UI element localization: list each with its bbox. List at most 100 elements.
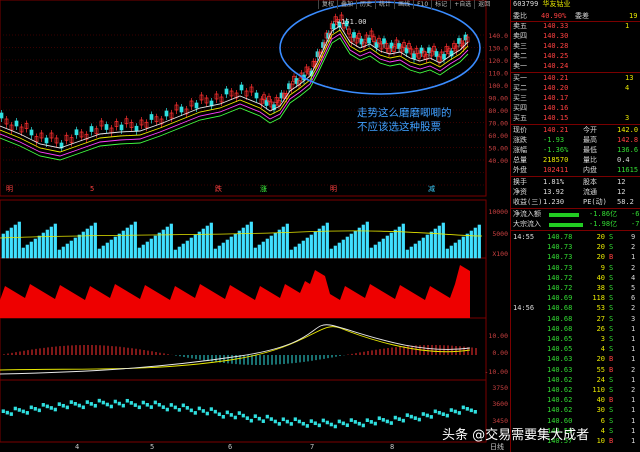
buy-5-vol: 3 <box>625 114 630 122</box>
buy-1-price: 140.21 <box>543 74 569 82</box>
index-candle <box>61 403 65 408</box>
volume-bar <box>245 224 249 259</box>
index-candle <box>313 421 317 426</box>
index-candle <box>189 408 193 413</box>
tick-side: S <box>609 284 614 292</box>
volume-bar <box>29 241 33 259</box>
toolbar-button-7[interactable]: +自选 <box>450 0 474 9</box>
tick-row: 140.65 3 S 1 <box>513 335 640 344</box>
candle-body <box>352 32 356 38</box>
volume-bar <box>61 246 65 259</box>
tick-vol: 26 <box>596 324 605 333</box>
index-candle <box>357 421 361 426</box>
tick-num: 2 <box>631 365 636 374</box>
toolbar-button-2[interactable]: 历史 <box>356 0 375 9</box>
buy-4: 买四 140.16 <box>513 104 640 113</box>
toolbar-button-3[interactable]: 统计 <box>375 0 394 9</box>
tick-num: 2 <box>631 304 636 313</box>
toolbar-button-5[interactable]: F10 <box>413 0 431 9</box>
weibi-value: 40.90% <box>541 12 567 20</box>
volume-bar <box>21 247 25 259</box>
index-candle <box>237 411 241 415</box>
buy-2-vol: 4 <box>625 84 630 92</box>
divider <box>511 230 640 231</box>
toolbar-button-4[interactable]: 画线 <box>394 0 413 9</box>
tick-side: S <box>609 406 614 415</box>
candle-body <box>149 114 154 120</box>
index-candle <box>37 408 41 413</box>
stat-value: 102411 <box>543 166 569 174</box>
buy-2-price: 140.20 <box>543 84 569 92</box>
stat-row: 换手 1.81% 股本 12 <box>513 178 640 187</box>
volume-bar <box>449 245 453 259</box>
toolbar-button-6[interactable]: 标记 <box>431 0 450 9</box>
kline-chart[interactable]: 140.0130.0120.0110.0100.090.0080.0070.00… <box>0 0 510 452</box>
tick-vol: 110 <box>592 386 605 394</box>
volume-bar <box>313 231 317 259</box>
toolbar-button-8[interactable]: 返回 <box>474 0 493 9</box>
candle-body <box>179 106 184 113</box>
tick-price: 140.73 <box>547 243 573 252</box>
volume-bar <box>273 232 277 259</box>
index-candle <box>365 418 369 422</box>
sell-4: 卖四 140.30 <box>513 32 640 41</box>
volume-bar <box>353 230 357 259</box>
volume-bar <box>393 229 397 259</box>
sell-3-price: 140.28 <box>543 42 569 50</box>
tick-vol: 24 <box>596 375 605 384</box>
volume-bar <box>133 221 137 259</box>
stat-value-2: 0.4 <box>617 156 630 164</box>
volume-bar <box>329 248 333 259</box>
index-candle <box>385 419 389 424</box>
price-axis-label: 100.0 <box>488 82 508 90</box>
buy-1-vol: 13 <box>625 74 634 82</box>
index-candle <box>317 423 321 428</box>
index-candle <box>141 400 145 405</box>
event-label: 涨 <box>260 184 267 193</box>
toolbar-button-0[interactable]: 复权 <box>318 0 337 9</box>
tick-side: B <box>609 253 614 262</box>
index-candle <box>157 402 161 407</box>
toolbar-button-1[interactable]: 叠加 <box>337 0 356 9</box>
index-candle <box>5 410 9 415</box>
index-candle <box>441 412 445 416</box>
divider <box>511 124 640 125</box>
volume-bar <box>421 237 425 259</box>
price-axis-label: 130.0 <box>488 45 508 53</box>
index-candle <box>373 421 377 426</box>
candle-body <box>463 34 468 41</box>
volume-bar <box>345 236 349 259</box>
price-axis-label: 80.00 <box>488 107 508 115</box>
candle-body <box>104 124 109 130</box>
tick-vol: 30 <box>596 406 605 415</box>
stat-label-2: 流通 <box>583 188 597 196</box>
date-label: 8 <box>390 443 394 451</box>
tick-row: 14:55 140.78 20 S 9 <box>513 233 640 242</box>
tick-price: 140.65 <box>547 345 573 354</box>
volume-bar <box>253 247 257 259</box>
tick-price: 140.63 <box>547 365 573 374</box>
divider <box>511 176 640 177</box>
flow-value: -1.98亿 <box>589 220 618 228</box>
index-candle <box>417 417 421 422</box>
sell-5: 卖五 140.33 1 <box>513 22 640 31</box>
capital-flow-area <box>0 265 470 318</box>
flow-pct: -7 <box>631 220 640 228</box>
volume-bar <box>269 235 273 259</box>
index-candle <box>377 416 381 421</box>
stat-value: 140.21 <box>543 126 569 134</box>
index-candle <box>193 411 197 415</box>
volume-bar <box>65 243 69 259</box>
volume-bar <box>177 246 181 259</box>
stat-value-2: 11615 <box>617 166 639 174</box>
volume-bar <box>69 240 73 259</box>
index-candle <box>209 407 213 411</box>
kline-chart-panel[interactable]: 140.0 130.0 120.0 110.0 100.0 90.00 80.00 70.00… <box>0 0 510 452</box>
candle-body <box>331 23 336 30</box>
divider <box>511 208 640 209</box>
volume-bar <box>365 221 369 259</box>
volume-bar <box>281 226 285 259</box>
candle-body <box>74 129 79 136</box>
candle-body <box>119 124 124 131</box>
sell-1: 卖一 140.24 <box>513 62 640 71</box>
